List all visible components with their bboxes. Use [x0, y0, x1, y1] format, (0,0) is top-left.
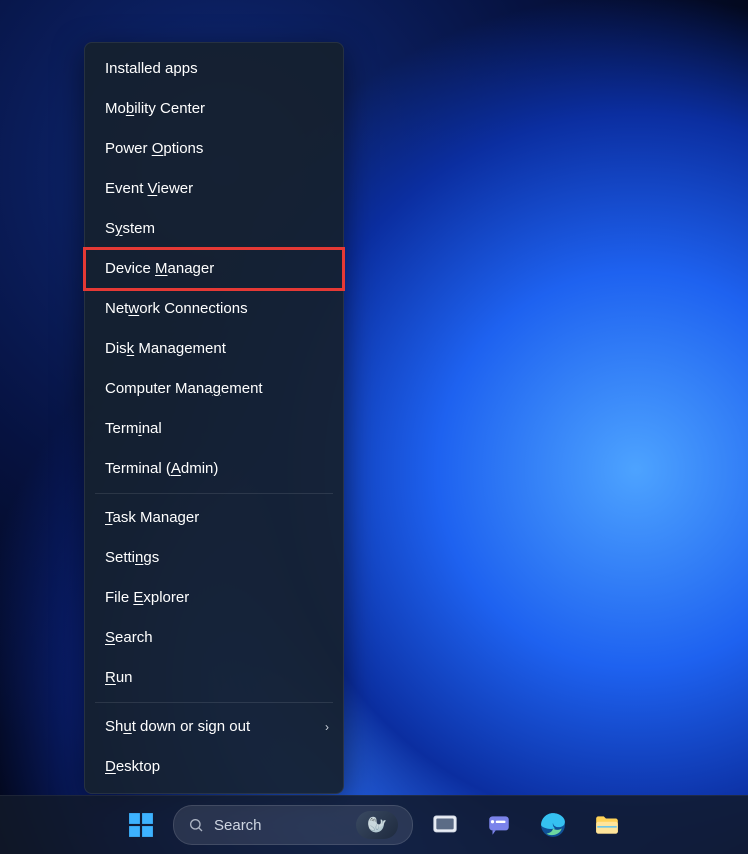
menu-item-label: System	[105, 220, 155, 237]
search-icon	[188, 817, 204, 833]
menu-item-computer-management[interactable]: Computer Management	[85, 369, 343, 409]
menu-item-label: Search	[105, 629, 153, 646]
menu-item-event-viewer[interactable]: Event Viewer	[85, 169, 343, 209]
menu-item-label: Computer Management	[105, 380, 263, 397]
menu-item-desktop[interactable]: Desktop	[85, 747, 343, 787]
windows-logo-icon	[128, 812, 154, 838]
file-explorer-button[interactable]	[585, 803, 629, 847]
search-widget-icon: 🦭	[356, 811, 398, 839]
menu-item-label: Task Manager	[105, 509, 199, 526]
taskbar: Search 🦭	[0, 795, 748, 854]
start-button[interactable]	[119, 803, 163, 847]
menu-item-terminal[interactable]: Terminal	[85, 409, 343, 449]
chat-icon	[486, 812, 512, 838]
menu-item-system[interactable]: System	[85, 209, 343, 249]
winx-context-menu: Installed apps Mobility Center Power Optio…	[84, 42, 344, 794]
menu-separator	[95, 493, 333, 494]
menu-item-label: Run	[105, 669, 133, 686]
folder-icon	[594, 812, 620, 838]
chevron-right-icon: ›	[325, 707, 329, 747]
menu-item-label: Power Options	[105, 140, 203, 157]
menu-item-search[interactable]: Search	[85, 618, 343, 658]
menu-item-file-explorer[interactable]: File Explorer	[85, 578, 343, 618]
menu-item-settings[interactable]: Settings	[85, 538, 343, 578]
menu-item-label: Mobility Center	[105, 100, 205, 117]
menu-item-label: Disk Management	[105, 340, 226, 357]
edge-icon	[540, 812, 566, 838]
menu-item-terminal-admin[interactable]: Terminal (Admin)	[85, 449, 343, 489]
menu-item-disk-management[interactable]: Disk Management	[85, 329, 343, 369]
menu-item-label: Terminal	[105, 420, 162, 437]
menu-item-label: Network Connections	[105, 300, 248, 317]
menu-item-label: Settings	[105, 549, 159, 566]
edge-button[interactable]	[531, 803, 575, 847]
menu-item-label: Desktop	[105, 758, 160, 775]
menu-item-label: Event Viewer	[105, 180, 193, 197]
taskbar-search[interactable]: Search 🦭	[173, 805, 413, 845]
menu-item-label: Terminal (Admin)	[105, 460, 218, 477]
search-placeholder: Search	[214, 817, 262, 834]
task-view-icon	[432, 812, 458, 838]
chat-button[interactable]	[477, 803, 521, 847]
menu-item-power-options[interactable]: Power Options	[85, 129, 343, 169]
menu-item-label: File Explorer	[105, 589, 189, 606]
menu-item-run[interactable]: Run	[85, 658, 343, 698]
menu-item-installed-apps[interactable]: Installed apps	[85, 49, 343, 89]
menu-separator	[95, 702, 333, 703]
menu-item-label: Device Manager	[105, 260, 214, 277]
menu-item-device-manager[interactable]: Device Manager	[85, 249, 343, 289]
menu-item-task-manager[interactable]: Task Manager	[85, 498, 343, 538]
task-view-button[interactable]	[423, 803, 467, 847]
menu-item-label: Shut down or sign out	[105, 718, 250, 735]
menu-item-shut-down-or-sign-out[interactable]: Shut down or sign out ›	[85, 707, 343, 747]
menu-item-network-connections[interactable]: Network Connections	[85, 289, 343, 329]
menu-item-label: Installed apps	[105, 60, 198, 77]
menu-item-mobility-center[interactable]: Mobility Center	[85, 89, 343, 129]
